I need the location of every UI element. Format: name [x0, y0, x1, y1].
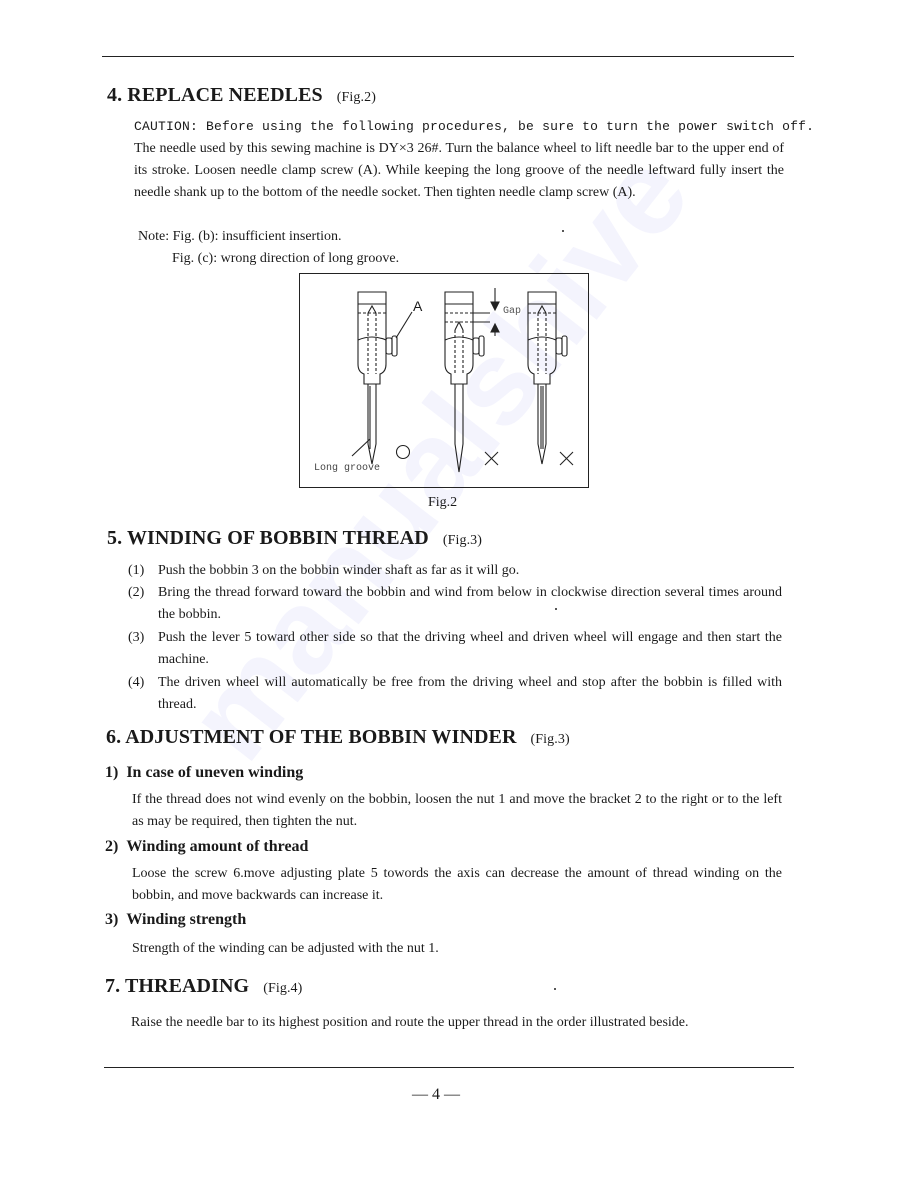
list-item: (4) The driven wheel will automatically …	[128, 672, 782, 716]
label-a: A	[413, 298, 423, 314]
list-item-number: (2)	[128, 585, 145, 600]
subsection-text: Loose the screw 6.move adjusting plate 5…	[132, 866, 782, 903]
page-number: — 4 —	[412, 1086, 460, 1103]
section-5-fig-ref: (Fig.3)	[442, 533, 483, 548]
stray-dot	[562, 230, 564, 232]
needle-diagram	[351, 288, 574, 473]
needle-b-insufficient	[444, 288, 496, 473]
stray-dot	[555, 608, 557, 610]
list-item-text: Bring the thread forward toward the bobb…	[158, 585, 782, 622]
list-item: (2) Bring the thread forward toward the …	[128, 582, 782, 626]
section-7-text: Raise the needle bar to its highest posi…	[131, 1015, 689, 1030]
stray-dot	[554, 988, 556, 990]
list-item-number: (3)	[128, 630, 145, 645]
label-gap: Gap	[503, 306, 522, 317]
section-7-title: 7. THREADING	[105, 975, 250, 997]
list-item-text: Push the bobbin 3 on the bobbin winder s…	[158, 563, 520, 578]
needle-a-correct	[357, 291, 398, 465]
subsection-heading: 2) Winding amount of thread	[105, 838, 309, 855]
section-4-fig-ref: (Fig.2)	[336, 90, 376, 105]
figure-2: A Gap Long groove	[299, 273, 589, 488]
section-6-fig-ref: (Fig.3)	[530, 732, 570, 747]
caution-text: CAUTION: Before using the following proc…	[134, 119, 815, 134]
bottom-rule	[104, 1067, 794, 1068]
list-item: (3) Push the lever 5 toward other side s…	[128, 627, 782, 671]
list-item-number: (1)	[128, 563, 145, 578]
label-long-groove: Long groove	[314, 463, 381, 474]
top-rule	[102, 56, 794, 57]
section-5-heading: 5. WINDING OF BOBBIN THREAD (Fig.3)	[107, 527, 482, 550]
note-fig-b: Note: Fig. (b): insufficient insertion.	[138, 229, 342, 244]
section-7-heading: 7. THREADING (Fig.4)	[105, 975, 302, 998]
list-item-text: Push the lever 5 toward other side so th…	[158, 630, 782, 667]
needle-c-wrong-direction	[527, 291, 568, 465]
subsection-text: If the thread does not wind evenly on th…	[132, 792, 782, 829]
list-item-number: (4)	[128, 675, 145, 690]
section-7-fig-ref: (Fig.4)	[263, 981, 303, 996]
subsection-text: Strength of the winding can be adjusted …	[132, 941, 439, 956]
section-4-heading: 4. REPLACE NEEDLES (Fig.2)	[107, 84, 376, 107]
figure-2-caption: Fig.2	[428, 495, 458, 510]
note-fig-c: Fig. (c): wrong direction of long groove…	[172, 251, 400, 266]
section-4-body: The needle used by this sewing machine i…	[134, 141, 784, 200]
list-item-text: The driven wheel will automatically be f…	[158, 675, 782, 712]
subsection-heading: 3) Winding strength	[105, 911, 247, 928]
section-5-title: 5. WINDING OF BOBBIN THREAD	[107, 527, 429, 549]
list-item: (1) Push the bobbin 3 on the bobbin wind…	[128, 560, 782, 582]
section-6-title: 6. ADJUSTMENT OF THE BOBBIN WINDER	[106, 726, 517, 748]
section-6-heading: 6. ADJUSTMENT OF THE BOBBIN WINDER (Fig.3…	[106, 726, 570, 749]
subsection-heading: 1) In case of uneven winding	[105, 764, 304, 781]
section-4-title: 4. REPLACE NEEDLES	[107, 84, 323, 106]
